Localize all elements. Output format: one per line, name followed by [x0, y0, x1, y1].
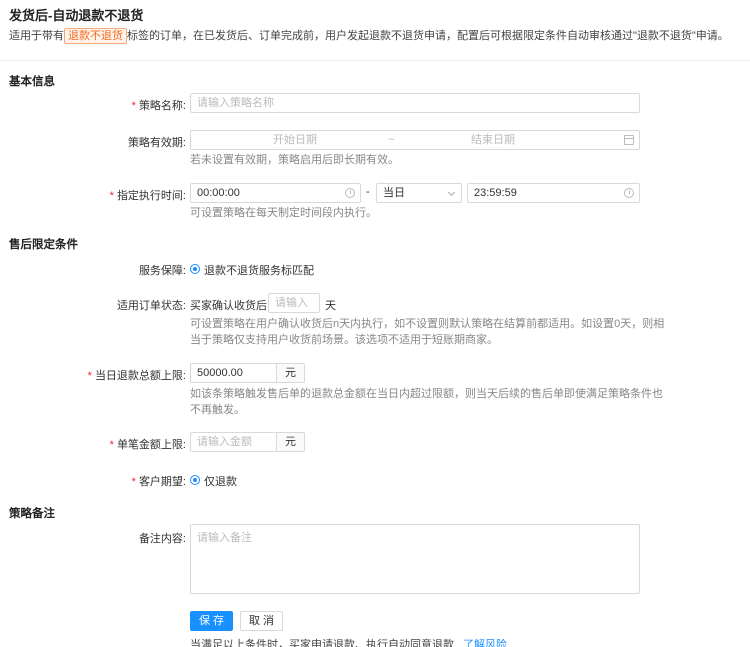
remark-textarea[interactable]: 请输入备注	[190, 524, 640, 594]
service-guarantee-radio[interactable]	[190, 264, 200, 274]
description-prefix: 适用于带有	[9, 30, 64, 42]
daily-limit-hint-line-1: 如该条策略触发售后单的退款总金额在当日内超过限额，则当天后续的售后单即使满足策略…	[190, 388, 663, 400]
time-dash: -	[366, 186, 370, 198]
page-title: 发货后-自动退款不退货	[9, 8, 144, 23]
daily-limit-hint-line-2: 不再触发。	[190, 404, 245, 416]
daily-limit-currency: 元	[277, 363, 305, 383]
execute-time-label: * 指定执行时间:	[109, 190, 186, 202]
save-button[interactable]: 保 存	[190, 611, 233, 631]
end-time-input[interactable]: 23:59:59	[467, 183, 640, 203]
service-guarantee-option[interactable]: 退款不退货服务标匹配	[204, 262, 314, 278]
refund-no-return-tag: 退款不退货	[64, 28, 127, 44]
end-date-input[interactable]: 结束日期	[471, 131, 515, 149]
chevron-down-icon	[447, 188, 456, 197]
cancel-button[interactable]: 取 消	[240, 611, 283, 631]
single-limit-currency: 元	[277, 432, 305, 452]
required-mark: *	[87, 370, 92, 382]
order-status-label: 适用订单状态:	[116, 300, 186, 312]
section-after-sale-conditions: 售后限定条件	[9, 239, 78, 251]
page-description: 适用于带有 退款不退货 标签的订单，在已发货后、订单完成前，用户发起退款不退货申请，…	[9, 27, 729, 44]
strategy-name-label: * 策略名称:	[131, 100, 186, 112]
customer-expectation-radio[interactable]	[190, 475, 200, 485]
validity-range-picker[interactable]: 开始日期 ~ 结束日期	[190, 130, 640, 150]
single-limit-label: * 单笔金额上限:	[109, 439, 186, 451]
strategy-name-input[interactable]: 请输入策略名称	[190, 93, 640, 113]
range-separator: ~	[388, 134, 395, 146]
remark-label: 备注内容:	[138, 533, 186, 545]
order-status-prefix: 买家确认收货后	[190, 300, 267, 312]
days-input[interactable]: 请输入	[268, 293, 320, 313]
daily-limit-label: * 当日退款总额上限:	[87, 370, 186, 382]
service-guarantee-label: 服务保障:	[138, 265, 186, 277]
customer-expectation-option[interactable]: 仅退款	[204, 473, 237, 489]
daily-limit-input[interactable]: 50000.00	[190, 363, 277, 383]
required-mark: *	[131, 100, 136, 112]
required-mark: *	[109, 190, 114, 202]
description-suffix: 标签的订单，在已发货后、订单完成前，用户发起退款不退货申请，配置后可根据限定条件…	[127, 30, 729, 42]
clock-icon	[345, 188, 355, 198]
learn-risk-link[interactable]: 了解风险	[463, 639, 507, 647]
footer-text: 当满足以上条件时，买家申请退款、执行自动同意退款 了解风险	[190, 636, 507, 647]
clock-icon	[624, 188, 634, 198]
section-basic-info: 基本信息	[9, 76, 55, 88]
required-mark: *	[109, 439, 114, 451]
customer-expectation-label: * 客户期望:	[131, 476, 186, 488]
order-status-hint-line-1: 可设置策略在用户确认收货后n天内执行，如不设置则默认策略在结算前都适用。如设置0…	[190, 318, 665, 330]
header-divider	[0, 60, 750, 61]
required-mark: *	[131, 476, 136, 488]
section-remark: 策略备注	[9, 508, 55, 520]
start-time-input[interactable]: 00:00:00	[190, 183, 361, 203]
validity-label: 策略有效期:	[127, 137, 186, 149]
single-limit-input[interactable]: 请输入金额	[190, 432, 277, 452]
calendar-icon	[624, 135, 634, 145]
order-status-hint-line-2: 当于策略仅支持用户收货前场景。该选项不适用于短账期商家。	[190, 334, 498, 346]
start-date-input[interactable]: 开始日期	[273, 131, 317, 149]
validity-hint: 若未设置有效期，策略启用后即长期有效。	[190, 154, 399, 166]
days-unit: 天	[325, 300, 336, 312]
execute-time-hint: 可设置策略在每天制定时间段内执行。	[190, 207, 377, 219]
day-select[interactable]: 当日	[376, 183, 462, 203]
